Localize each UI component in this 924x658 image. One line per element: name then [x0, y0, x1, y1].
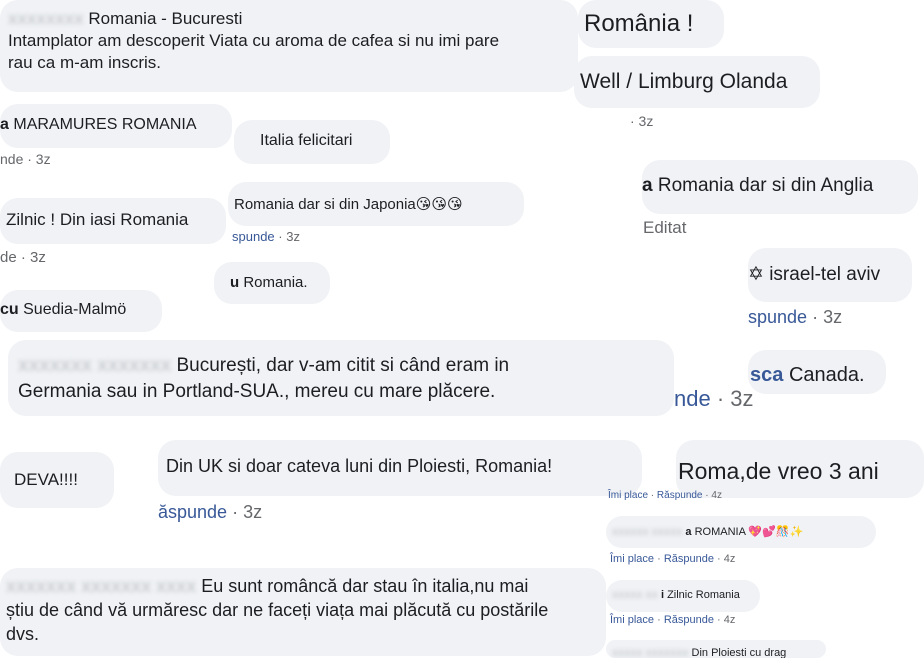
reply-link[interactable]: Răspunde — [664, 614, 714, 626]
kiss-emoji-icon: 😘😘😘 — [415, 195, 463, 213]
comment-text: știu de când vă urmăresc dar ne faceți v… — [6, 600, 549, 620]
edited-label: Editat — [643, 218, 687, 237]
comment-bubble: a Romania dar si din Anglia — [642, 160, 918, 214]
comment-text: Germania sau in Portland-SUA., mereu cu … — [18, 381, 496, 402]
comment-bubble: Italia felicitari — [234, 120, 390, 164]
like-link[interactable]: Îmi place — [608, 490, 648, 501]
comment-bubble: Zilnic ! Din iasi Romania — [0, 198, 226, 244]
reply-link[interactable]: nde — [0, 151, 23, 167]
comment-bubble: DEVA!!!! — [0, 452, 114, 508]
reply-link[interactable]: Răspunde — [664, 553, 714, 565]
timestamp: · 3z — [232, 502, 263, 522]
israel-flag-icon: ✡ — [748, 264, 764, 285]
comment-meta: Editat — [643, 218, 686, 238]
comment-bubble: Well / Limburg Olanda — [574, 56, 820, 108]
timestamp: · 3z — [20, 249, 46, 266]
comment-text: ROMANIA — [694, 526, 746, 538]
comment-text: Din UK si doar cateva luni din Ploiesti,… — [166, 456, 553, 476]
like-link[interactable]: Îmi place — [610, 614, 654, 626]
comment-text: Italia felicitari — [260, 132, 353, 149]
comment-text: Canada. — [788, 364, 865, 386]
comment-meta: nde · 3z — [0, 151, 51, 167]
like-link[interactable]: Îmi place — [610, 553, 654, 565]
comment-text: Roma,de vreo 3 ani — [678, 458, 879, 484]
comment-meta: ăspunde · 3z — [158, 502, 262, 523]
comment-meta: spunde · 3z — [748, 307, 842, 328]
comment-text: Suedia-Malmö — [23, 301, 127, 318]
reply-link[interactable]: de — [0, 249, 17, 266]
comment-text: Well / Limburg Olanda — [580, 70, 788, 93]
comment-bubble: sca Canada. — [748, 350, 886, 394]
author-name[interactable]: a — [685, 526, 691, 538]
comment-text: Romania. — [243, 274, 308, 291]
reply-link[interactable]: spunde — [748, 307, 807, 327]
author-name[interactable]: xxxxxxx xxxxxxx xxxx — [6, 576, 196, 596]
comment-text: Intamplator am descoperit Viata cu aroma… — [8, 31, 500, 50]
timestamp: · 3z — [630, 113, 654, 129]
timestamp: · 4z — [717, 553, 736, 565]
comment-bubble: xxxxxx xxxxx a ROMANIA 💖💕🎊✨ — [606, 516, 876, 548]
reply-link[interactable]: Răspunde — [657, 490, 703, 501]
author-name[interactable]: sca — [750, 364, 783, 386]
comment-meta: · 3z — [630, 113, 653, 129]
author-name[interactable]: xxxxx xx — [612, 589, 658, 601]
comment-text: Din Ploiesti cu drag — [691, 647, 787, 658]
comment-text: dvs. — [6, 624, 40, 644]
author-name[interactable]: i — [661, 589, 664, 601]
comment-text: israel-tel aviv — [769, 264, 881, 285]
comment-text: MARAMURES ROMANIA — [13, 116, 197, 133]
timestamp: · 4z — [705, 490, 722, 501]
comment-text: Romania dar si din Anglia — [657, 175, 874, 196]
comment-bubble: xxxxxxxx Romania - Bucuresti Intamplator… — [0, 0, 578, 92]
author-name[interactable]: a — [642, 175, 653, 196]
comment-text: București, dar v-am citit si când eram i… — [176, 355, 510, 376]
comment-meta: Îmi place · Răspunde · 4z — [608, 490, 722, 501]
comment-bubble: cu Suedia-Malmö — [0, 290, 162, 332]
comment-text: Zilnic ! Din iasi Romania — [6, 210, 189, 229]
timestamp: · 3z — [278, 229, 300, 244]
reply-link[interactable]: ăspunde — [158, 502, 227, 522]
comment-bubble: a MARAMURES ROMANIA — [0, 104, 232, 148]
author-name[interactable]: xxxxxxxx — [8, 9, 84, 28]
comment-bubble: xxxxxxx xxxxxxx București, dar v-am citi… — [8, 340, 674, 416]
timestamp: · 3z — [716, 386, 754, 411]
comments-collage: { "comments": [ {"name_fragment": "", "t… — [0, 0, 924, 658]
comment-bubble: Din UK si doar cateva luni din Ploiesti,… — [158, 440, 642, 496]
timestamp: · 3z — [812, 307, 843, 327]
comment-bubble: xxxxx xx i Zilnic Romania — [606, 580, 760, 612]
hearts-emoji-icon: 💖💕🎊✨ — [748, 525, 804, 538]
reply-link[interactable]: nde — [674, 386, 711, 411]
comment-bubble: ✡ israel-tel aviv — [748, 248, 912, 302]
author-name[interactable]: a — [0, 116, 9, 133]
comment-meta: de · 3z — [0, 249, 46, 266]
author-name[interactable]: u — [230, 274, 239, 291]
comment-text: rau ca m-am inscris. — [8, 53, 162, 72]
reply-link[interactable]: spunde — [232, 229, 275, 244]
comment-text: DEVA!!!! — [14, 470, 78, 489]
comment-text: Eu sunt româncă dar stau în italia,nu ma… — [201, 576, 529, 596]
comment-bubble: u Romania. — [214, 262, 330, 304]
timestamp: · 4z — [717, 614, 736, 626]
comment-bubble: xxxxx xxxxxxx Din Ploiesti cu drag — [606, 640, 826, 658]
comment-meta: Îmi place · Răspunde · 4z — [610, 553, 736, 565]
comment-text: Zilnic Romania — [667, 589, 740, 601]
author-name[interactable]: xxxxxx xxxxx — [612, 526, 682, 538]
comment-bubble: xxxxxxx xxxxxxx xxxx Eu sunt româncă dar… — [0, 568, 606, 656]
author-name[interactable]: xxxxxxx xxxxxxx — [18, 355, 171, 376]
comment-bubble: România ! — [578, 0, 724, 48]
comment-bubble: Romania dar si din Japonia😘😘😘 — [228, 182, 524, 226]
comment-text: România ! — [584, 10, 694, 37]
comment-text: Romania - Bucuresti — [88, 9, 243, 28]
comment-text: Romania dar si din Japonia — [234, 196, 416, 213]
timestamp: · 3z — [27, 151, 51, 167]
comment-meta: spunde · 3z — [232, 229, 300, 244]
author-name[interactable]: xxxxx xxxxxxx — [612, 647, 688, 658]
comment-meta: Îmi place · Răspunde · 4z — [610, 614, 736, 626]
author-name[interactable]: cu — [0, 301, 19, 318]
comment-meta: nde · 3z — [674, 386, 754, 412]
